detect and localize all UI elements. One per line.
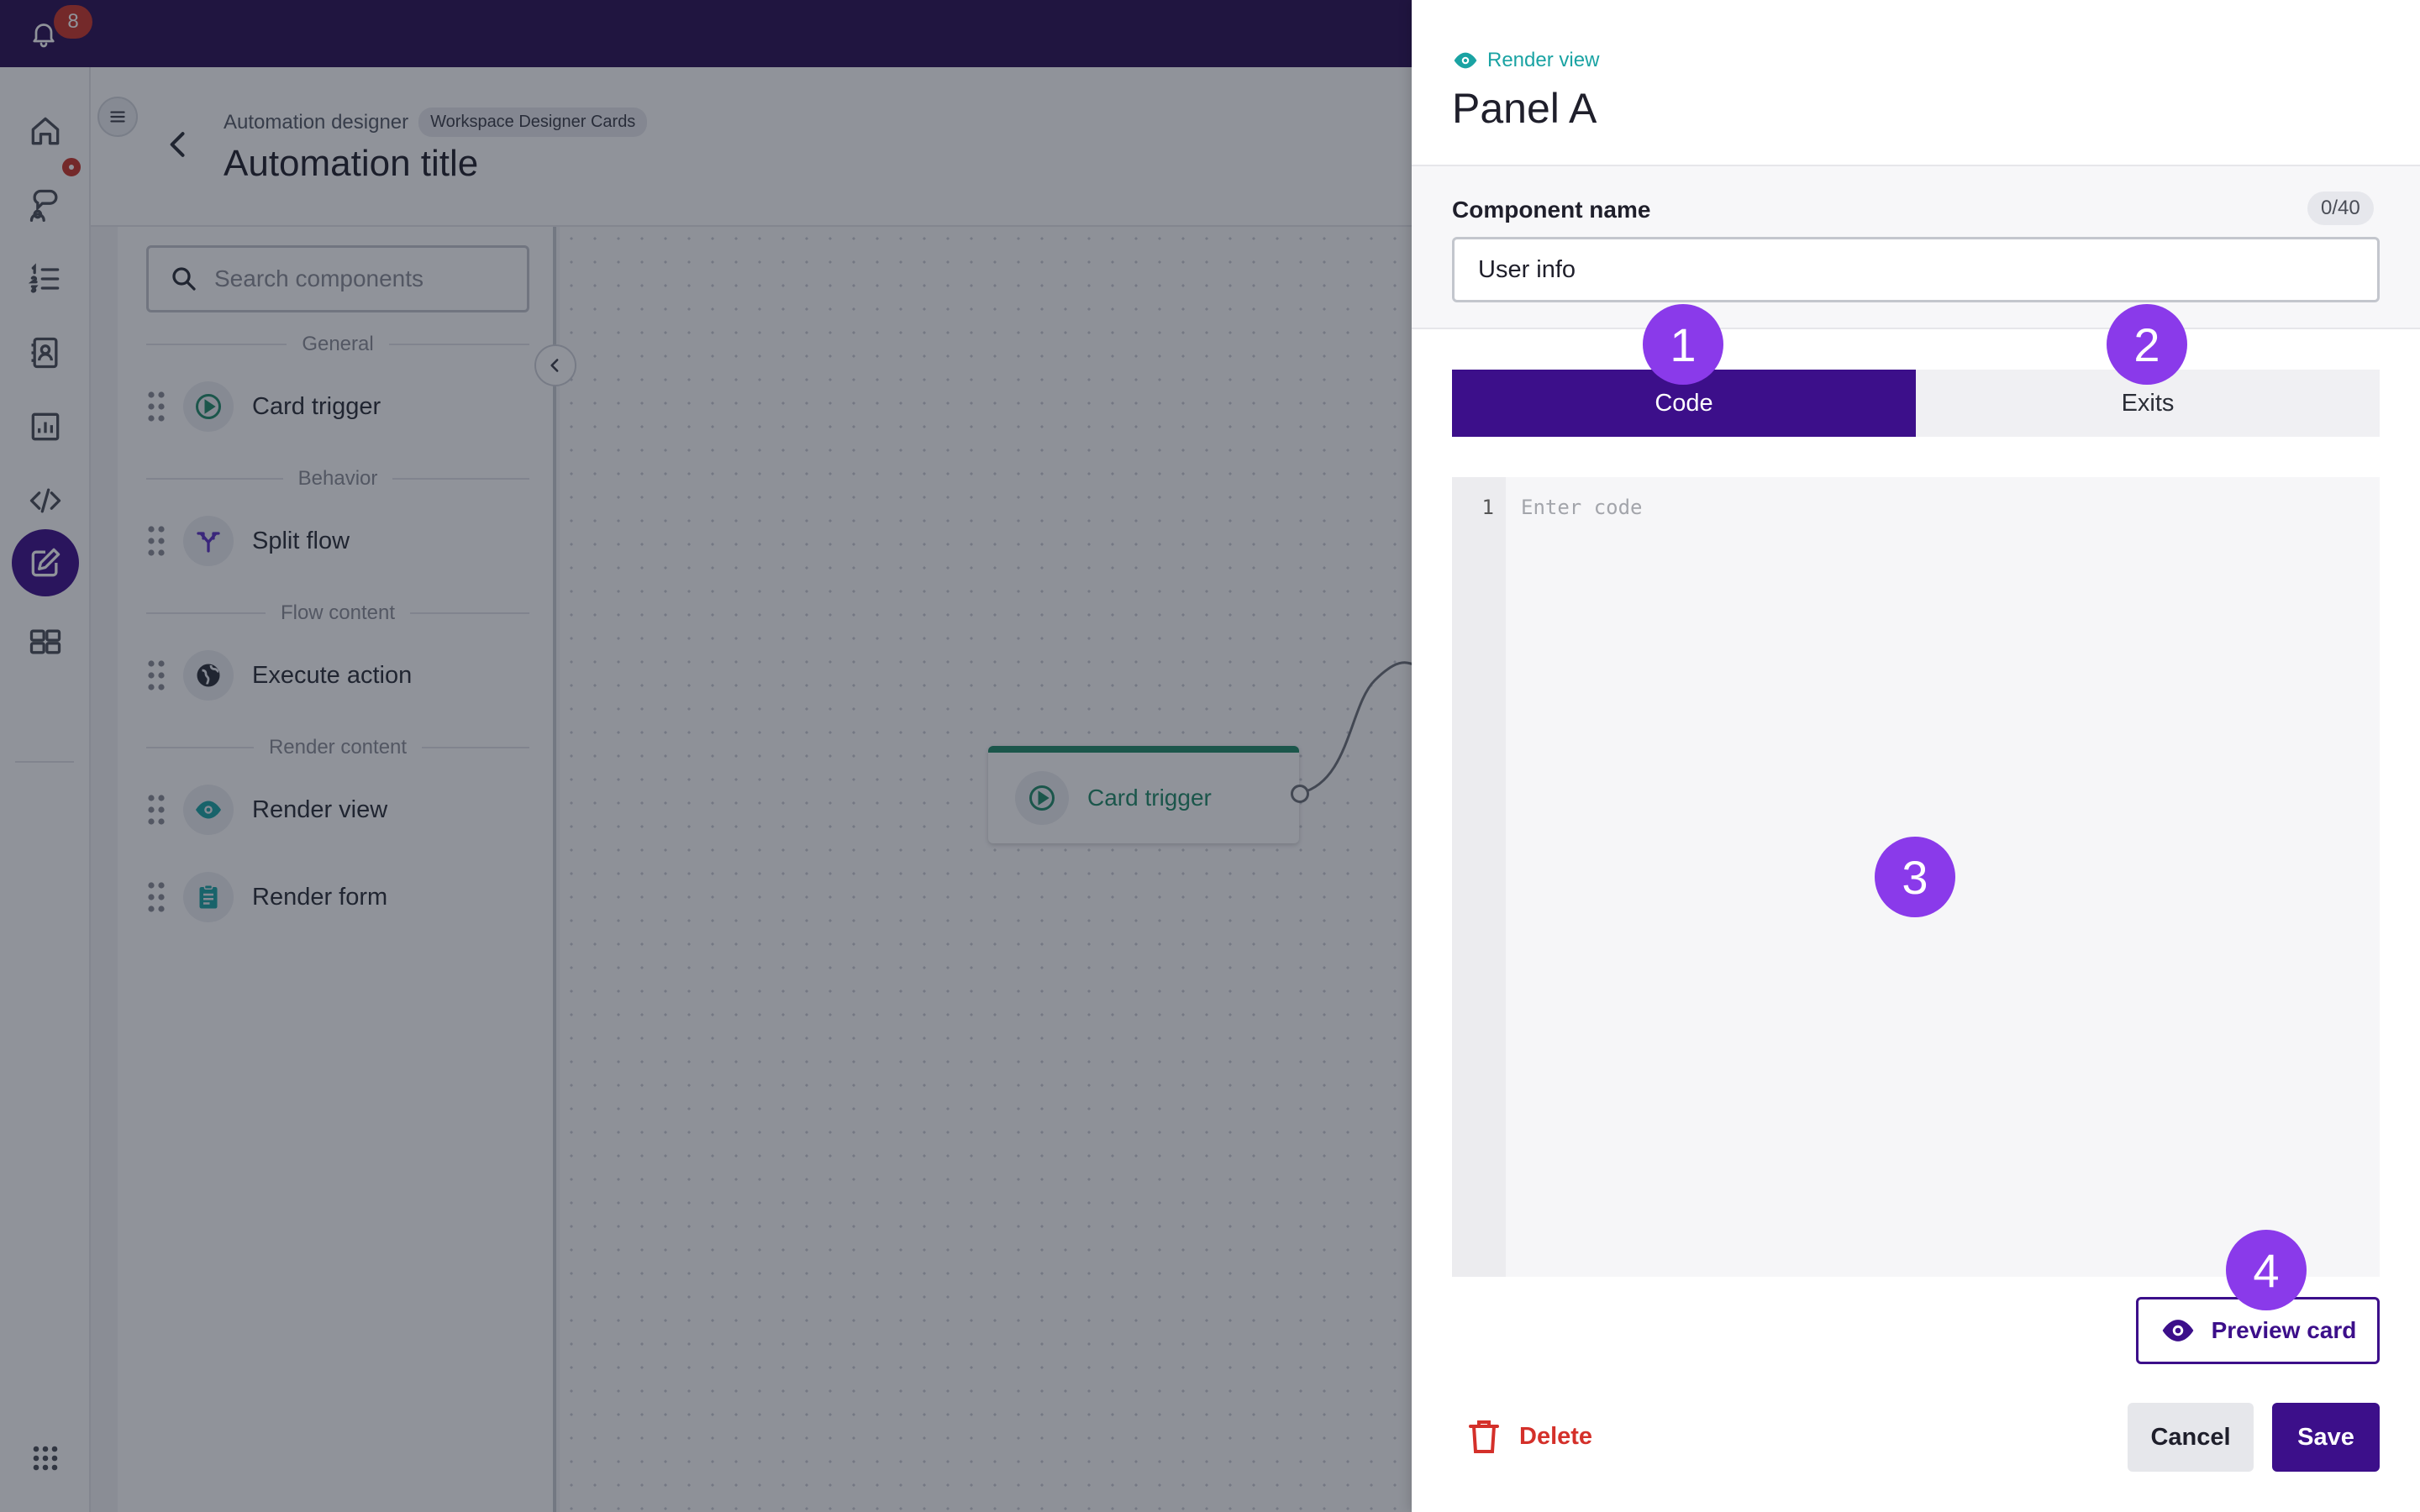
delete-label: Delete	[1519, 1422, 1593, 1450]
preview-card-label: Preview card	[2211, 1317, 2357, 1343]
cancel-button[interactable]: Cancel	[2128, 1403, 2254, 1472]
save-button[interactable]: Save	[2272, 1403, 2380, 1472]
editor-gutter: 1	[1452, 477, 1506, 1277]
component-name-input[interactable]	[1452, 237, 2380, 302]
eye-icon	[1454, 52, 1477, 69]
modal-backdrop[interactable]	[0, 0, 1412, 1512]
step-badge-2: 2	[2107, 304, 2187, 385]
step-badge-1: 1	[1643, 304, 1723, 385]
step-badge-3: 3	[1875, 837, 1955, 917]
drawer-tabs: Code Exits	[1452, 370, 2380, 437]
step-badge-4: 4	[2226, 1230, 2307, 1310]
component-type-label: Render view	[1487, 49, 1600, 71]
component-type: Render view	[1452, 47, 1599, 74]
eye-icon	[2162, 1320, 2193, 1341]
component-name-section: Component name 0/40	[1412, 166, 2420, 329]
drawer-header: Render view Panel A	[1412, 0, 2420, 166]
drawer-title: Panel A	[1452, 85, 1597, 132]
delete-button[interactable]: Delete	[1467, 1411, 1592, 1462]
trash-icon	[1469, 1420, 1499, 1453]
character-counter: 0/40	[2307, 192, 2374, 225]
line-number: 1	[1481, 496, 1494, 519]
component-name-label: Component name	[1452, 197, 1651, 223]
